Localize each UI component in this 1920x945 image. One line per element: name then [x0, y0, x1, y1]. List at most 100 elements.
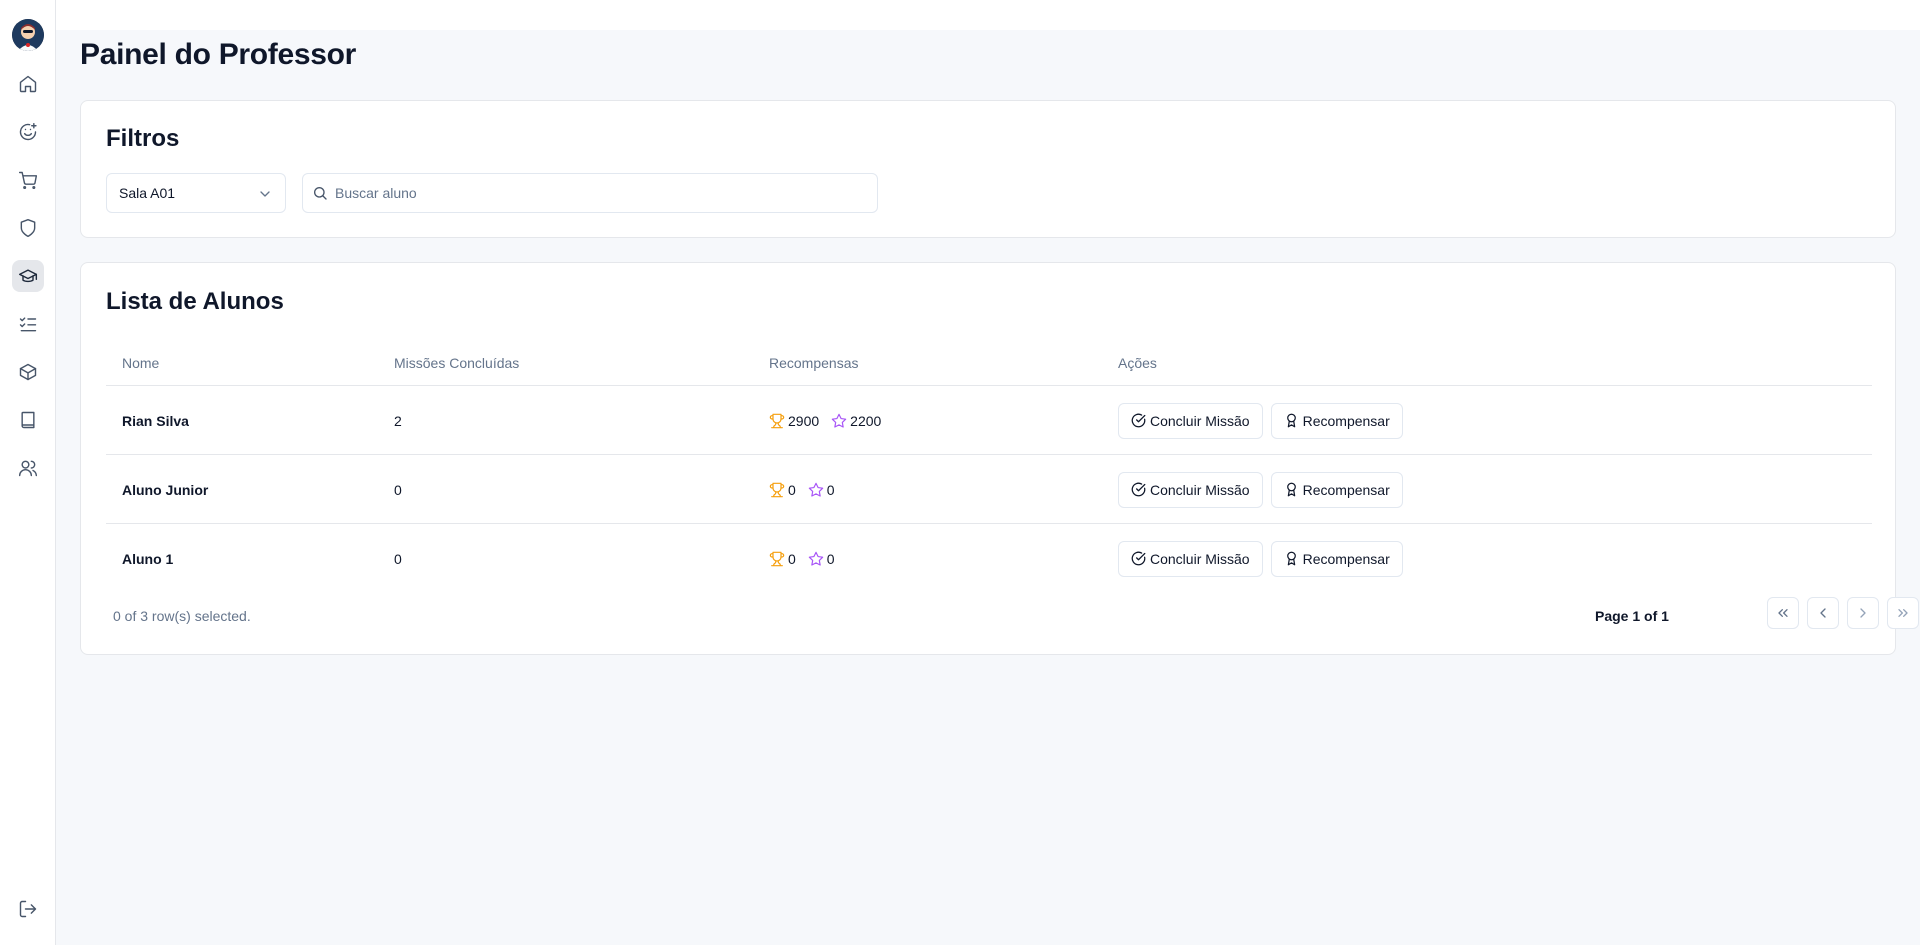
table-header: Nome Missões Concluídas Recompensas Açõe…	[106, 341, 1872, 386]
award-icon	[1286, 482, 1296, 497]
trophy-value: 2900	[788, 412, 820, 429]
filters-card: Filtros Sala A01	[80, 100, 1896, 238]
column-rewards[interactable]: Recompensas	[769, 355, 859, 371]
column-actions: Ações	[1118, 355, 1157, 371]
reward-button[interactable]: Recompensar	[1270, 402, 1403, 439]
complete-mission-label: Concluir Missão	[1150, 550, 1250, 567]
actions-cell: Concluir Missão Recompensar	[1118, 386, 1411, 455]
page-info: Page 1 of 1	[1595, 608, 1669, 624]
page-title: Painel do Professor	[80, 38, 357, 71]
search-icon	[314, 187, 327, 200]
complete-mission-label: Concluir Missão	[1150, 412, 1250, 429]
actions-cell: Concluir Missão Recompensar	[1118, 524, 1411, 593]
top-band	[56, 0, 1920, 30]
last-page-button[interactable]	[1887, 597, 1919, 629]
star-reward: 0	[808, 551, 835, 567]
search-input[interactable]	[335, 174, 865, 212]
student-name: Rian Silva	[122, 412, 189, 429]
chevron-right-icon	[1860, 608, 1866, 618]
nav-package[interactable]	[12, 356, 44, 388]
trophy-icon	[769, 413, 785, 428]
chevrons-right-icon	[1898, 609, 1908, 617]
star-value: 2200	[850, 412, 882, 429]
home-icon	[19, 75, 37, 93]
nav-book[interactable]	[12, 404, 44, 436]
previous-page-button[interactable]	[1807, 597, 1839, 629]
search-field[interactable]	[302, 173, 878, 213]
reward-label: Recompensar	[1302, 412, 1390, 429]
package-icon	[19, 363, 37, 381]
star-value: 0	[826, 481, 835, 498]
students-table: Nome Missões Concluídas Recompensas Açõe…	[106, 341, 1872, 593]
trophy-value: 0	[788, 550, 796, 567]
star-icon	[808, 551, 824, 566]
nav-missions[interactable]	[12, 116, 44, 148]
complete-mission-label: Concluir Missão	[1150, 481, 1250, 498]
missions-count: 0	[394, 550, 402, 567]
shopping-cart-icon	[18, 171, 38, 190]
star-icon	[808, 482, 824, 497]
trophy-reward: 2900	[769, 413, 819, 429]
list-checks-icon	[19, 317, 37, 332]
award-icon	[1286, 551, 1296, 566]
nav-checklist[interactable]	[12, 308, 44, 340]
circle-check-icon	[1131, 551, 1146, 566]
actions-cell: Concluir Missão Recompensar	[1118, 455, 1411, 524]
log-out-icon	[19, 900, 37, 918]
rewards-cell: 0 0	[769, 524, 847, 593]
column-name[interactable]: Nome	[122, 355, 159, 371]
first-page-button[interactable]	[1767, 597, 1799, 629]
reward-label: Recompensar	[1302, 550, 1390, 567]
main-content: Painel do Professor Filtros Sala A01 Lis…	[56, 0, 1920, 945]
column-missions[interactable]: Missões Concluídas	[394, 355, 519, 371]
complete-mission-button[interactable]: Concluir Missão	[1118, 402, 1263, 439]
nav-shop[interactable]	[12, 164, 44, 196]
chevron-left-icon	[1820, 608, 1826, 618]
next-page-button[interactable]	[1847, 597, 1879, 629]
reward-button[interactable]: Recompensar	[1270, 471, 1403, 508]
avatar[interactable]	[12, 19, 44, 51]
nav-shield[interactable]	[12, 212, 44, 244]
student-name: Aluno Junior	[122, 481, 209, 498]
selection-status: 0 of 3 row(s) selected.	[113, 608, 251, 624]
smile-plus-icon	[19, 122, 37, 141]
class-select[interactable]: Sala A01	[106, 173, 286, 213]
students-title: Lista de Alunos	[106, 288, 284, 315]
book-icon	[21, 411, 35, 429]
rewards-cell: 2900 2200	[769, 386, 893, 455]
logout-button[interactable]	[12, 893, 44, 925]
chevron-down-icon	[260, 191, 270, 197]
sidebar	[0, 0, 56, 945]
trophy-icon	[769, 551, 785, 566]
nav-home[interactable]	[12, 68, 44, 100]
missions-count: 2	[394, 412, 402, 429]
trophy-value: 0	[788, 481, 796, 498]
rewards-cell: 0 0	[769, 455, 847, 524]
complete-mission-button[interactable]: Concluir Missão	[1118, 471, 1263, 508]
graduation-cap-icon	[18, 269, 38, 283]
missions-count: 0	[394, 481, 402, 498]
star-reward: 0	[808, 482, 835, 498]
students-card: Lista de Alunos Nome Missões Concluídas …	[80, 262, 1919, 655]
avatar-image	[12, 19, 44, 51]
filters-title: Filtros	[106, 125, 180, 152]
circle-check-icon	[1131, 482, 1146, 497]
reward-label: Recompensar	[1302, 481, 1390, 498]
trophy-icon	[769, 482, 785, 497]
trophy-reward: 0	[769, 482, 796, 498]
table-row: Aluno 1 0 0 0 Concluir Missão Recompensa…	[106, 524, 1872, 593]
nav-users[interactable]	[12, 452, 44, 484]
reward-button[interactable]: Recompensar	[1270, 540, 1403, 577]
star-icon	[831, 413, 847, 428]
table-row: Rian Silva 2 2900 2200 Concluir Missão R…	[106, 386, 1872, 455]
table-row: Aluno Junior 0 0 0 Concluir Missão Recom…	[106, 455, 1872, 524]
class-select-value: Sala A01	[119, 185, 176, 201]
star-value: 0	[826, 550, 835, 567]
shield-icon	[20, 218, 36, 238]
users-icon	[18, 460, 38, 477]
complete-mission-button[interactable]: Concluir Missão	[1118, 540, 1263, 577]
circle-check-icon	[1131, 413, 1146, 428]
chevrons-left-icon	[1778, 609, 1788, 617]
nav-teacher[interactable]	[12, 260, 44, 292]
star-reward: 2200	[831, 413, 881, 429]
